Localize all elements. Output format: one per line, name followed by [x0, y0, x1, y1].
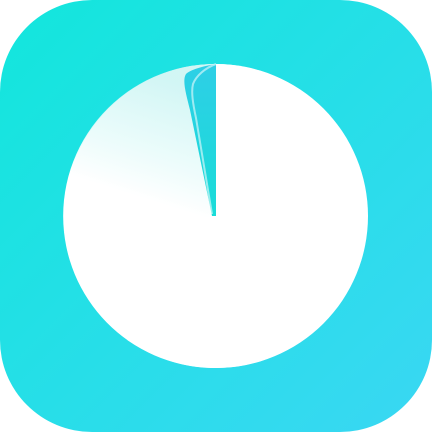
app-icon-canvas: [0, 0, 432, 432]
app-icon[interactable]: [0, 0, 432, 432]
